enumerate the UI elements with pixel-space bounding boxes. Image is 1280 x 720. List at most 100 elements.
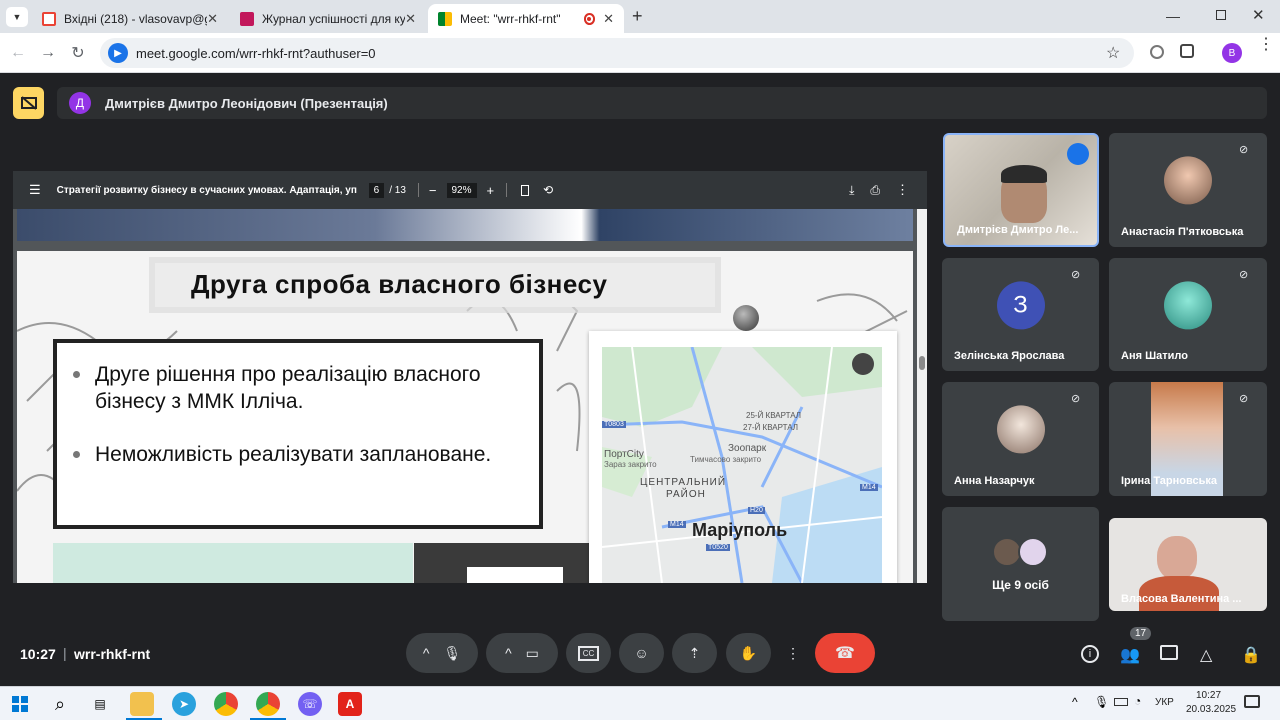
participant-tile[interactable]: ⊘ З Зелінська Ярослава <box>942 258 1099 371</box>
activities-icon[interactable]: △ <box>1200 645 1212 665</box>
participant-name: Зелінська Ярослава <box>954 350 1065 362</box>
meeting-info-icon[interactable]: i <box>1081 645 1099 663</box>
more-participants-tile[interactable]: Ще 9 осіб <box>942 507 1099 621</box>
url-text[interactable]: meet.google.com/wrr-rhkf-rnt?authuser=0 <box>136 46 376 61</box>
reload-icon[interactable]: ↻ <box>66 41 90 65</box>
profile-avatar[interactable]: В <box>1222 43 1242 63</box>
emoji-icon: ☺ <box>634 645 649 661</box>
browser-menu-icon[interactable]: ⋮ <box>1258 37 1274 53</box>
url-omnibox[interactable]: ▶ meet.google.com/wrr-rhkf-rnt?authuser=… <box>100 38 1134 68</box>
clock-date[interactable]: 20.03.2025 <box>1186 704 1236 715</box>
meeting-code: wrr-rhkf-rnt <box>74 646 151 662</box>
host-controls-icon[interactable]: 🔒 <box>1241 645 1261 665</box>
leave-call-button[interactable]: ☎ <box>815 633 875 673</box>
meeting-time: 10:27 <box>20 646 56 662</box>
close-window-button[interactable]: ✕ <box>1252 6 1265 24</box>
map-fullscreen-icon[interactable] <box>852 353 874 375</box>
tray-mic-icon[interactable]: 🎙 <box>1094 695 1109 709</box>
tab-label: Вхідні (218) - vlasovavp@gsuite <box>64 11 207 26</box>
slide-page: Друга спроба власного бізнесу Друге ріше… <box>17 251 913 583</box>
task-view-icon[interactable]: ▤ <box>88 692 112 716</box>
captions-button[interactable]: CC <box>566 633 611 673</box>
wifi-icon[interactable]: ◔ <box>1134 694 1141 708</box>
participant-avatar: З <box>996 280 1045 329</box>
zoom-input[interactable]: 92% <box>446 182 477 198</box>
camera-options-button[interactable]: ^ ▭ <box>486 633 558 673</box>
pdf-menu-icon[interactable]: ☰ <box>29 182 41 198</box>
download-icon[interactable]: ⤓ <box>849 183 854 198</box>
tab-journal[interactable]: Журнал успішності для курсу ✕ <box>230 4 426 33</box>
site-info-icon[interactable]: ▶ <box>108 43 128 63</box>
participant-tile[interactable]: ⊘ Анастасія П'ятковська <box>1109 133 1267 247</box>
captions-icon: CC <box>577 645 600 661</box>
translate-icon[interactable] <box>1150 45 1164 59</box>
rotate-icon[interactable]: ⟲ <box>543 183 553 197</box>
present-button[interactable]: ⇡ <box>672 633 717 673</box>
participant-name: Ірина Тарновська <box>1121 475 1217 487</box>
zoom-out-icon[interactable]: − <box>429 183 437 198</box>
print-icon[interactable]: ⎙ <box>870 183 880 198</box>
file-explorer-icon[interactable] <box>130 692 154 716</box>
search-icon[interactable]: ⌕ <box>48 692 72 716</box>
participant-tile[interactable]: ⊘ Аня Шатило <box>1109 258 1267 371</box>
more-options-button[interactable]: ⋮ <box>779 633 807 673</box>
bookmark-star-icon[interactable]: ☆ <box>1106 43 1120 63</box>
windows-start-icon[interactable] <box>8 692 32 716</box>
stop-presenting-icon[interactable] <box>13 87 44 119</box>
viber-icon[interactable]: ☏ <box>298 692 322 716</box>
map-label: ПортCity <box>604 449 644 460</box>
mic-options-button[interactable]: ^ 🎙 <box>406 633 478 673</box>
back-icon[interactable]: ← <box>6 41 30 65</box>
map-label: Тимчасово закрито <box>690 455 762 464</box>
close-icon[interactable]: ✕ <box>603 11 614 27</box>
pdf-more-icon[interactable]: ⋮ <box>896 182 909 198</box>
participant-avatar <box>1164 156 1212 205</box>
close-icon[interactable]: ✕ <box>405 11 416 27</box>
clock-time[interactable]: 10:27 <box>1196 690 1221 701</box>
page-number-input[interactable]: 6 <box>368 182 385 198</box>
map-city-label: Маріуполь <box>692 520 788 540</box>
participant-video <box>1157 536 1197 580</box>
map-label: 25-Й КВАРТАЛ <box>746 411 801 420</box>
participant-tile[interactable]: Дмитрієв Дмитро Ле... <box>943 133 1099 247</box>
participant-name: Власова Валентина ... <box>1121 593 1242 605</box>
bullet-2: Неможливість реалізувати заплановане. <box>73 441 493 468</box>
participant-avatar <box>996 405 1045 454</box>
participant-tile[interactable]: Власова Валентина ... <box>1109 518 1267 611</box>
tab-gmail[interactable]: Вхідні (218) - vlasovavp@gsuite ✕ <box>32 4 228 33</box>
tray-expand-icon[interactable]: ^ <box>1072 695 1078 709</box>
people-icon[interactable]: 👥 <box>1120 645 1140 665</box>
maximize-button[interactable] <box>1216 10 1226 20</box>
battery-icon[interactable] <box>1114 698 1128 706</box>
bullet-1-text: Друге рішення про реалізацію власного бі… <box>95 363 481 413</box>
pdf-scrollbar[interactable] <box>917 209 927 583</box>
pdf-scrollbar-thumb[interactable] <box>919 356 925 370</box>
raise-hand-button[interactable]: ✋ <box>726 633 771 673</box>
bullet-2-text: Неможливість реалізувати заплановане. <box>95 443 492 466</box>
zoom-in-icon[interactable]: + <box>487 183 495 198</box>
chrome-profile-icon[interactable] <box>256 692 280 716</box>
extensions-icon[interactable] <box>1180 44 1194 58</box>
mic-off-icon: ⊘ <box>1239 393 1249 405</box>
journal-icon <box>240 11 254 26</box>
reactions-button[interactable]: ☺ <box>619 633 664 673</box>
new-tab-button[interactable]: + <box>632 6 643 27</box>
minimize-button[interactable]: — <box>1166 8 1180 24</box>
language-indicator[interactable]: УКР <box>1155 697 1174 708</box>
tab-meet[interactable]: Meet: "wrr-rhkf-rnt" ✕ <box>428 4 624 33</box>
meet-stage: Д Дмитрієв Дмитро Леонідович (Презентаці… <box>0 73 1280 686</box>
telegram-icon[interactable]: ➤ <box>172 692 196 716</box>
chat-icon[interactable] <box>1160 645 1178 660</box>
notifications-icon[interactable] <box>1244 695 1260 708</box>
participant-tile[interactable]: ⊘ Анна Назарчук <box>942 382 1099 496</box>
fit-page-icon[interactable] <box>521 184 530 196</box>
acrobat-icon[interactable]: A <box>338 692 362 716</box>
participant-tile[interactable]: ⊘ Ірина Тарновська <box>1109 382 1267 496</box>
mic-off-icon: ⊘ <box>1239 269 1249 281</box>
map: 25-Й КВАРТАЛ 27-Й КВАРТАЛ Зоопарк Тимчас… <box>602 347 882 583</box>
chrome-icon[interactable] <box>214 692 238 716</box>
presenter-bar: Д Дмитрієв Дмитро Леонідович (Презентаці… <box>57 87 1267 119</box>
tab-search-button[interactable]: ▼ <box>6 7 28 27</box>
close-icon[interactable]: ✕ <box>207 11 218 27</box>
forward-icon[interactable]: → <box>36 41 60 65</box>
